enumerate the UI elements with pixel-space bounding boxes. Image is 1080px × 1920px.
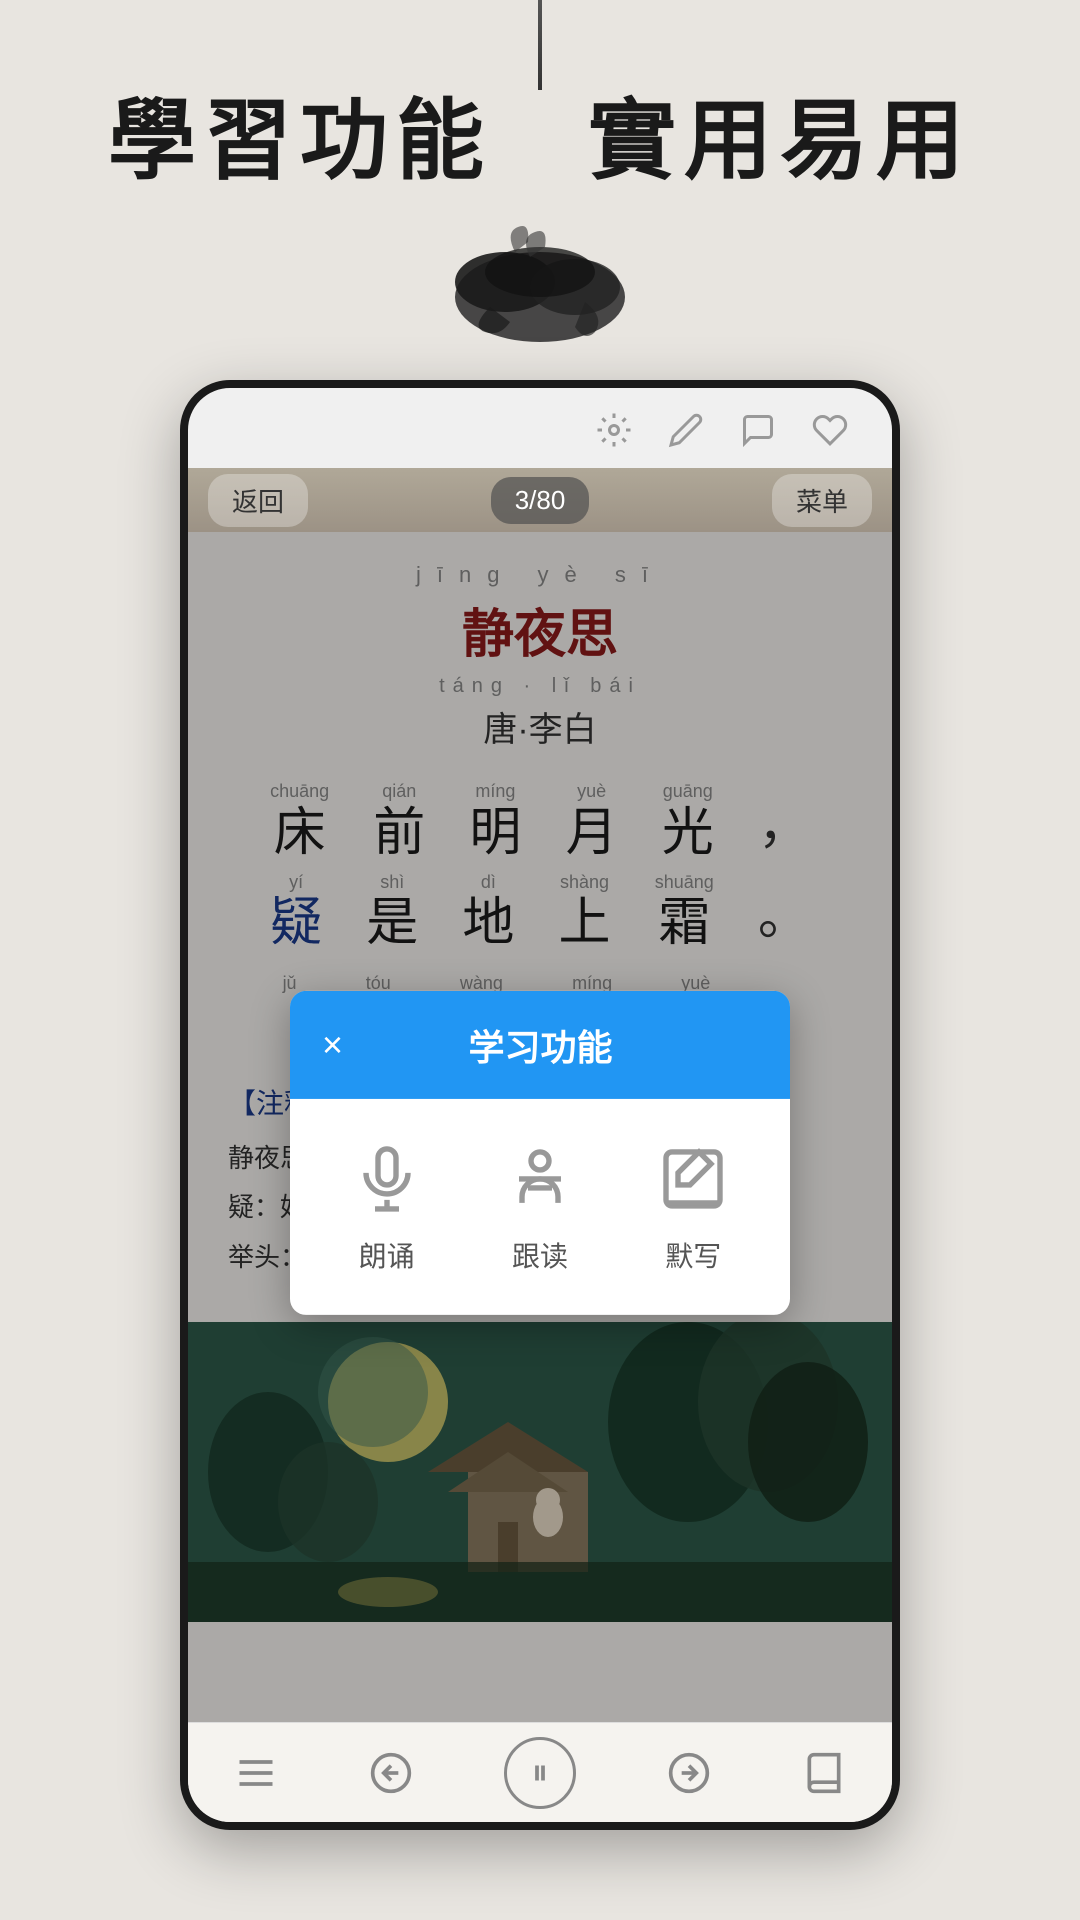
writing-icon [653, 1139, 733, 1219]
pause-button[interactable] [504, 1737, 576, 1809]
modal-header: × 学习功能 [290, 991, 790, 1099]
phone-mockup: 返回 3/80 菜单 jīng yè sī 静夜思 táng · lǐ bái … [180, 380, 900, 1830]
microphone-icon [347, 1139, 427, 1219]
nav-bar: 返回 3/80 菜单 [188, 468, 892, 532]
recitation-item[interactable]: 朗诵 [347, 1139, 427, 1275]
learning-modal: × 学习功能 朗诵 [290, 991, 790, 1315]
comment-icon[interactable] [736, 408, 780, 452]
settings-icon[interactable] [592, 408, 636, 452]
follow-read-item[interactable]: 跟读 [500, 1139, 580, 1275]
content-area: jīng yè sī 静夜思 táng · lǐ bái 唐·李白 chuāng… [188, 532, 892, 1722]
page-indicator: 3/80 [491, 477, 590, 524]
modal-body: 朗诵 跟读 [290, 1099, 790, 1315]
dictation-item[interactable]: 默写 [653, 1139, 733, 1275]
book-button[interactable] [802, 1751, 846, 1795]
follow-read-label: 跟读 [512, 1235, 568, 1275]
top-icons-bar [592, 408, 852, 452]
modal-title: 学习功能 [363, 1019, 758, 1071]
back-button[interactable]: 返回 [208, 474, 308, 527]
favorite-icon[interactable] [808, 408, 852, 452]
prev-button[interactable] [369, 1751, 413, 1795]
bottom-nav [188, 1722, 892, 1822]
recitation-label: 朗诵 [359, 1235, 415, 1275]
next-button[interactable] [667, 1751, 711, 1795]
ink-drop-top [538, 0, 542, 90]
edit-icon[interactable] [664, 408, 708, 452]
ink-blob [430, 217, 650, 357]
menu-button[interactable]: 菜单 [772, 474, 872, 527]
dictation-label: 默写 [665, 1235, 721, 1275]
modal-close-button[interactable]: × [322, 1027, 343, 1063]
top-decoration-area: 學習功能 實用易用 [0, 0, 1080, 380]
menu-lines-button[interactable] [234, 1751, 278, 1795]
reading-icon [500, 1139, 580, 1219]
